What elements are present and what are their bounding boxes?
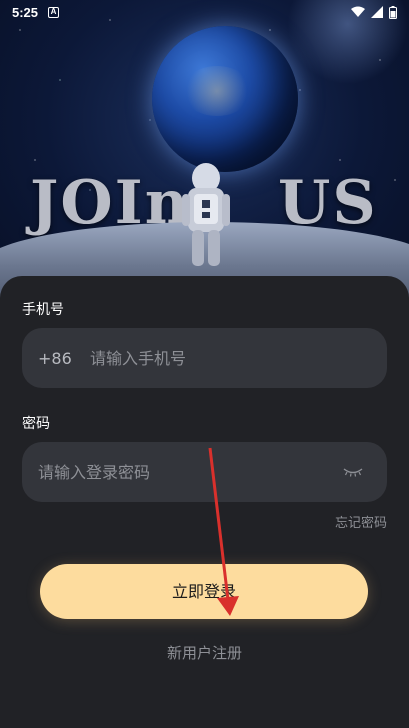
astronaut-image <box>182 163 230 266</box>
hero-banner: JOIn US <box>0 0 409 300</box>
password-input[interactable] <box>38 442 341 502</box>
status-bar: 5:25 A <box>0 0 409 24</box>
status-time: 5:25 <box>12 4 39 20</box>
login-button[interactable]: 立即登录 <box>40 564 368 619</box>
login-card: 手机号 +86 密码 忘记密码 立即登录 新用户注册 <box>0 276 409 728</box>
wifi-icon <box>351 6 365 18</box>
cellular-signal-icon <box>371 6 383 18</box>
register-link[interactable]: 新用户注册 <box>0 642 409 663</box>
planet-earth-image <box>152 26 298 172</box>
eye-closed-icon[interactable] <box>341 462 365 482</box>
phone-label: 手机号 <box>22 302 64 318</box>
password-field[interactable] <box>22 442 387 502</box>
a-icon: A <box>48 6 60 18</box>
status-icons <box>351 5 397 19</box>
phone-field[interactable]: +86 <box>22 328 387 388</box>
password-label: 密码 <box>22 416 50 432</box>
phone-input[interactable] <box>90 328 387 388</box>
forgot-password-link[interactable]: 忘记密码 <box>335 512 387 531</box>
battery-icon <box>389 5 397 19</box>
country-code-prefix[interactable]: +86 <box>38 349 90 368</box>
